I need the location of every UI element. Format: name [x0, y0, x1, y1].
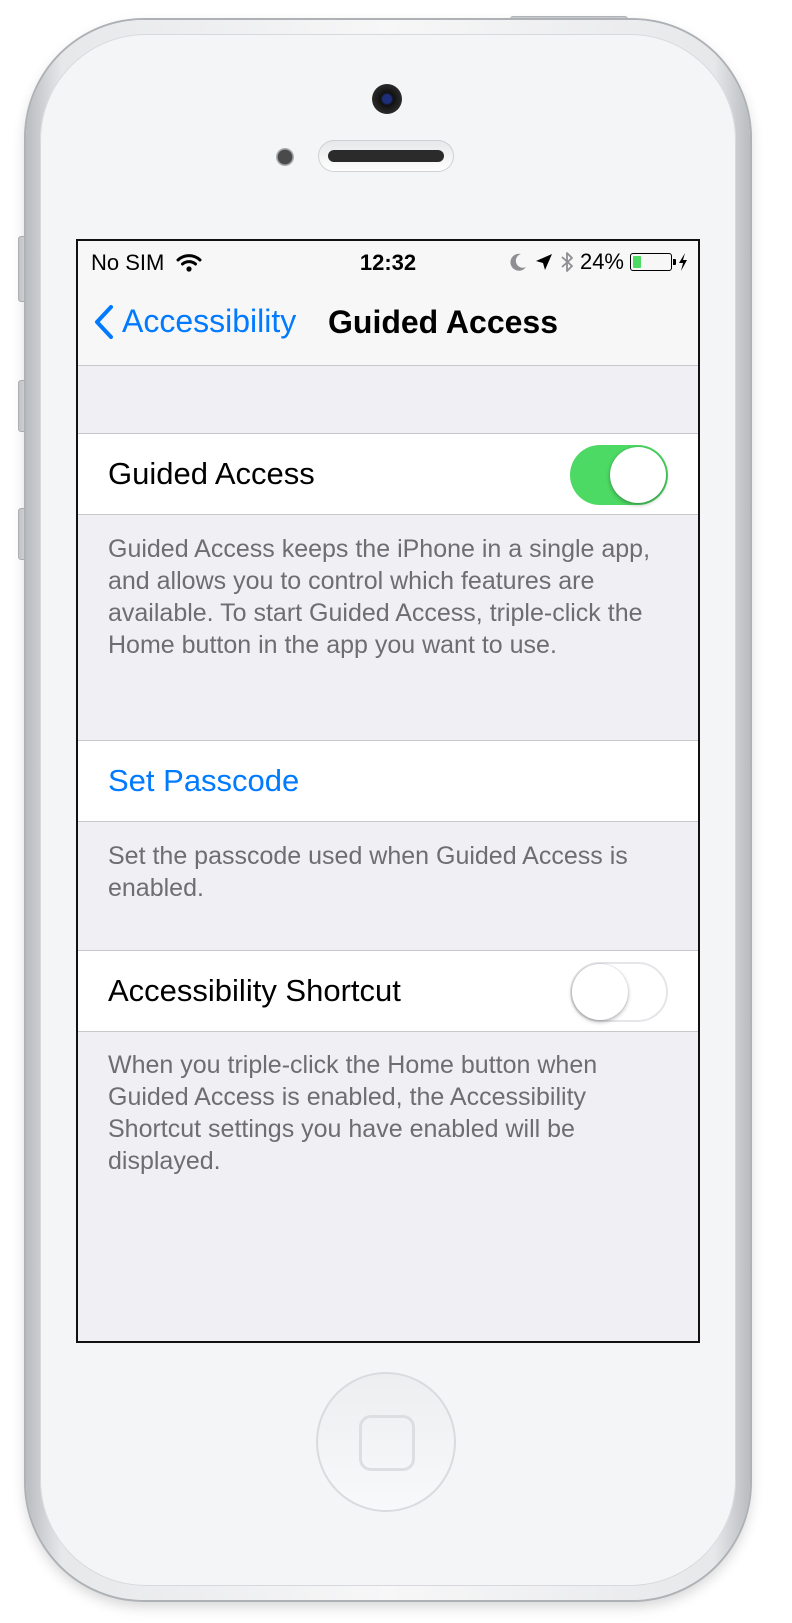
battery-level-fill: [633, 256, 641, 268]
accessibility-shortcut-label: Accessibility Shortcut: [108, 973, 401, 1008]
earpiece-speaker: [318, 140, 454, 172]
chevron-left-icon: [95, 304, 113, 339]
navigation-bar: Accessibility Guided Access: [78, 283, 698, 366]
moon-icon: [508, 252, 528, 272]
front-camera: [372, 84, 402, 114]
accessibility-shortcut-toggle[interactable]: [570, 962, 668, 1022]
status-right: 24%: [508, 249, 688, 275]
battery-icon: [630, 253, 676, 271]
accessibility-shortcut-row: Accessibility Shortcut: [78, 950, 698, 1032]
proximity-sensor: [276, 148, 294, 166]
set-passcode-label: Set Passcode: [108, 763, 300, 798]
battery-percent: 24%: [579, 249, 624, 274]
status-bar: No SIM 12:32 24%: [78, 241, 698, 283]
page-title: Guided Access: [328, 304, 559, 340]
passcode-footer: Set the passcode used when Guided Access…: [108, 842, 628, 902]
charging-bolt-icon: [678, 252, 688, 272]
guided-access-toggle[interactable]: [570, 445, 668, 505]
shortcut-footer: When you triple-click the Home button wh…: [108, 1051, 598, 1175]
home-button-square-icon: [359, 1415, 415, 1471]
location-arrow-icon: [534, 252, 554, 272]
bluetooth-icon: [560, 251, 574, 273]
screen: No SIM 12:32 24% Accessibility Guided Ac…: [76, 239, 700, 1343]
set-passcode-row[interactable]: Set Passcode: [78, 740, 698, 822]
guided-access-row: Guided Access: [78, 433, 698, 515]
back-button[interactable]: Accessibility: [94, 303, 296, 340]
battery-nub: [673, 259, 676, 265]
home-button[interactable]: [316, 1372, 456, 1512]
back-button-label: Accessibility: [122, 303, 297, 339]
guided-access-label: Guided Access: [108, 456, 315, 491]
toggle-knob: [572, 964, 628, 1020]
toggle-knob: [610, 447, 666, 503]
guided-access-footer: Guided Access keeps the iPhone in a sing…: [108, 535, 651, 659]
